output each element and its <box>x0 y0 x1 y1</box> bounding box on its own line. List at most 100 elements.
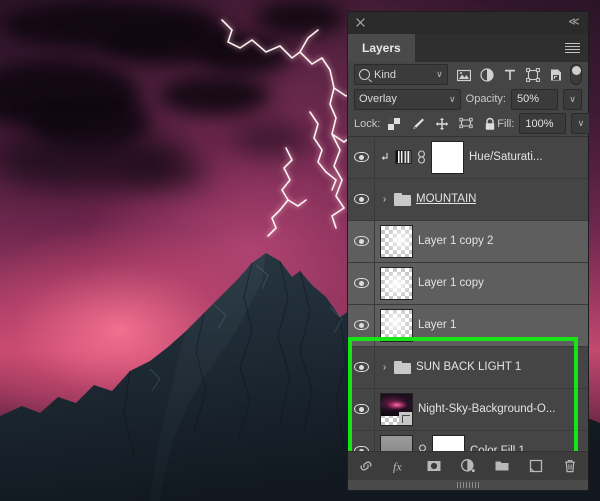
layer-content: Night-Sky-Background-O... <box>375 392 588 426</box>
tab-layers-label: Layers <box>362 41 401 55</box>
table-row[interactable]: Hue/Saturati... <box>348 136 588 179</box>
layer-name[interactable]: Layer 1 <box>418 319 456 331</box>
link-icon[interactable] <box>418 444 427 452</box>
thumbnail-content <box>381 435 412 452</box>
eye-icon <box>353 446 369 452</box>
layer-name[interactable]: SUN BACK LIGHT 1 <box>416 361 521 373</box>
filter-pixel-layers-icon[interactable] <box>456 68 471 82</box>
eye-icon <box>353 278 369 289</box>
filter-icon-group <box>456 67 563 82</box>
layer-thumbnail[interactable] <box>380 308 413 342</box>
layer-thumbnail[interactable] <box>380 266 413 300</box>
collapse-panel-icon[interactable]: ≪ <box>567 17 581 29</box>
blend-mode-select[interactable]: Overlay ∨ <box>354 88 461 110</box>
table-row[interactable]: Layer 1 <box>348 304 588 347</box>
clipping-mask-icon <box>380 150 390 164</box>
new-layer-icon[interactable] <box>528 458 544 474</box>
table-row[interactable]: Night-Sky-Background-O... <box>348 388 588 431</box>
layer-mask-thumbnail[interactable] <box>432 434 465 452</box>
chevron-down-icon: ∨ <box>449 93 456 104</box>
filter-row: Kind ∨ <box>348 62 588 87</box>
layer-name[interactable]: Layer 1 copy <box>418 277 484 289</box>
layer-content: Layer 1 copy 2 <box>375 224 588 258</box>
layer-name[interactable]: Night-Sky-Background-O... <box>418 403 555 415</box>
filter-shape-layers-icon[interactable] <box>525 67 540 82</box>
panel-menu-icon[interactable] <box>565 43 580 54</box>
layer-thumbnail[interactable] <box>380 224 413 258</box>
resize-grip-icon <box>457 482 479 489</box>
lock-icon-group <box>387 117 497 131</box>
layer-name[interactable]: MOUNTAIN <box>416 193 476 205</box>
lock-position-icon[interactable] <box>435 117 449 131</box>
layer-styles-fx-icon[interactable]: fx <box>392 458 408 474</box>
layer-visibility-toggle[interactable] <box>348 136 375 178</box>
filter-smart-object-icon[interactable] <box>549 68 563 82</box>
fill-stepper-icon[interactable]: ∨ <box>571 113 591 135</box>
panel-tab-row: Layers <box>348 34 588 62</box>
link-layers-icon[interactable] <box>358 458 374 474</box>
layer-visibility-toggle[interactable] <box>348 388 375 430</box>
panel-resize-bar[interactable] <box>348 480 588 491</box>
folder-icon <box>394 360 411 374</box>
lock-label: Lock: <box>354 117 381 130</box>
fill-input[interactable]: 100% <box>519 113 567 135</box>
lock-all-icon[interactable] <box>483 117 497 131</box>
opacity-stepper-icon[interactable]: ∨ <box>563 88 582 110</box>
layer-content: › SUN BACK LIGHT 1 <box>375 360 588 374</box>
layer-thumbnail[interactable] <box>380 392 413 426</box>
table-row[interactable]: Color Fill 1 <box>348 430 588 452</box>
opacity-input[interactable]: 50% <box>511 88 558 110</box>
layer-visibility-toggle[interactable] <box>348 430 375 452</box>
fill-layer-thumbnail[interactable] <box>380 434 413 452</box>
fill-label: Fill: <box>497 117 515 130</box>
layer-name[interactable]: Hue/Saturati... <box>469 151 543 163</box>
filter-type-layers-icon[interactable] <box>503 68 517 82</box>
filter-enable-toggle[interactable] <box>569 64 582 86</box>
lock-row: Lock: Fill: 100% ∨ <box>348 112 591 136</box>
eye-icon <box>353 404 369 415</box>
new-adjustment-layer-icon[interactable] <box>460 458 476 474</box>
layer-list[interactable]: Hue/Saturati... › MOUNTAIN Layer 1 copy … <box>348 135 588 452</box>
close-icon[interactable] <box>354 16 367 29</box>
smart-object-badge-icon <box>399 411 412 425</box>
lock-artboard-nesting-icon[interactable] <box>459 117 473 131</box>
chevron-down-icon: ∨ <box>436 69 443 80</box>
link-icon[interactable] <box>417 150 426 164</box>
layer-content: Color Fill 1 <box>375 434 588 452</box>
blend-mode-row: Overlay ∨ Opacity: 50% ∨ <box>348 87 588 111</box>
eye-icon <box>353 194 369 205</box>
svg-text:fx: fx <box>393 460 402 474</box>
tab-layers[interactable]: Layers <box>348 34 415 62</box>
delete-layer-icon[interactable] <box>562 458 578 474</box>
layer-content: Layer 1 <box>375 308 588 342</box>
eye-icon <box>353 236 369 247</box>
lock-transparent-pixels-icon[interactable] <box>387 117 401 131</box>
layer-visibility-toggle[interactable] <box>348 304 375 346</box>
layer-name[interactable]: Layer 1 copy 2 <box>418 235 493 247</box>
table-row[interactable]: › MOUNTAIN <box>348 178 588 221</box>
layer-visibility-toggle[interactable] <box>348 346 375 388</box>
chevron-right-icon[interactable]: › <box>380 194 389 205</box>
filter-adjustment-layers-icon[interactable] <box>480 68 494 82</box>
layer-name[interactable]: Color Fill 1 <box>470 445 525 451</box>
hue-saturation-thumbnail[interactable] <box>395 150 412 165</box>
filter-kind-select[interactable]: Kind ∨ <box>354 64 448 86</box>
add-layer-mask-icon[interactable] <box>426 458 442 474</box>
layer-visibility-toggle[interactable] <box>348 262 375 304</box>
chevron-right-icon[interactable]: › <box>380 362 389 373</box>
table-row[interactable]: › SUN BACK LIGHT 1 <box>348 346 588 389</box>
table-row[interactable]: Layer 1 copy 2 <box>348 220 588 263</box>
new-group-icon[interactable] <box>494 458 510 474</box>
layer-visibility-toggle[interactable] <box>348 220 375 262</box>
eye-icon <box>353 362 369 373</box>
layer-mask-thumbnail[interactable] <box>431 140 464 174</box>
lock-image-pixels-icon[interactable] <box>411 117 425 131</box>
table-row[interactable]: Layer 1 copy <box>348 262 588 305</box>
thumbnail-content <box>381 225 412 257</box>
thumbnail-content <box>381 267 412 299</box>
blend-mode-value: Overlay <box>359 93 397 106</box>
folder-icon <box>394 192 411 206</box>
layers-panel: ≪ Layers Kind ∨ Overlay ∨ Opacity: 50% ∨… <box>348 12 591 491</box>
layer-visibility-toggle[interactable] <box>348 178 375 220</box>
eye-icon <box>353 152 369 163</box>
